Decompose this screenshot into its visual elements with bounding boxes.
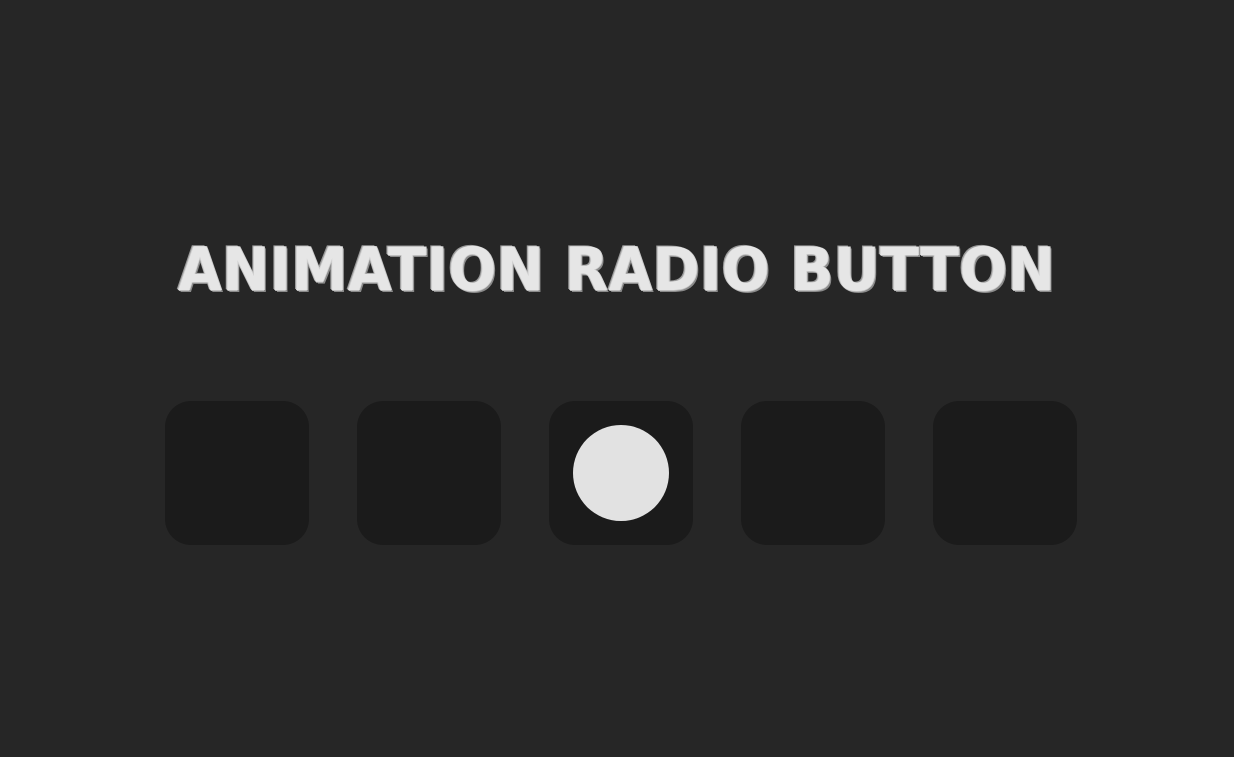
- radio-option-2[interactable]: [357, 401, 501, 545]
- radio-option-5[interactable]: [933, 401, 1077, 545]
- radio-option-3[interactable]: [549, 401, 693, 545]
- radio-dot: [573, 425, 669, 521]
- radio-option-4[interactable]: [741, 401, 885, 545]
- radio-group: [165, 401, 1077, 545]
- page-title: ANIMATION RADIO BUTTON: [178, 235, 1056, 305]
- radio-option-1[interactable]: [165, 401, 309, 545]
